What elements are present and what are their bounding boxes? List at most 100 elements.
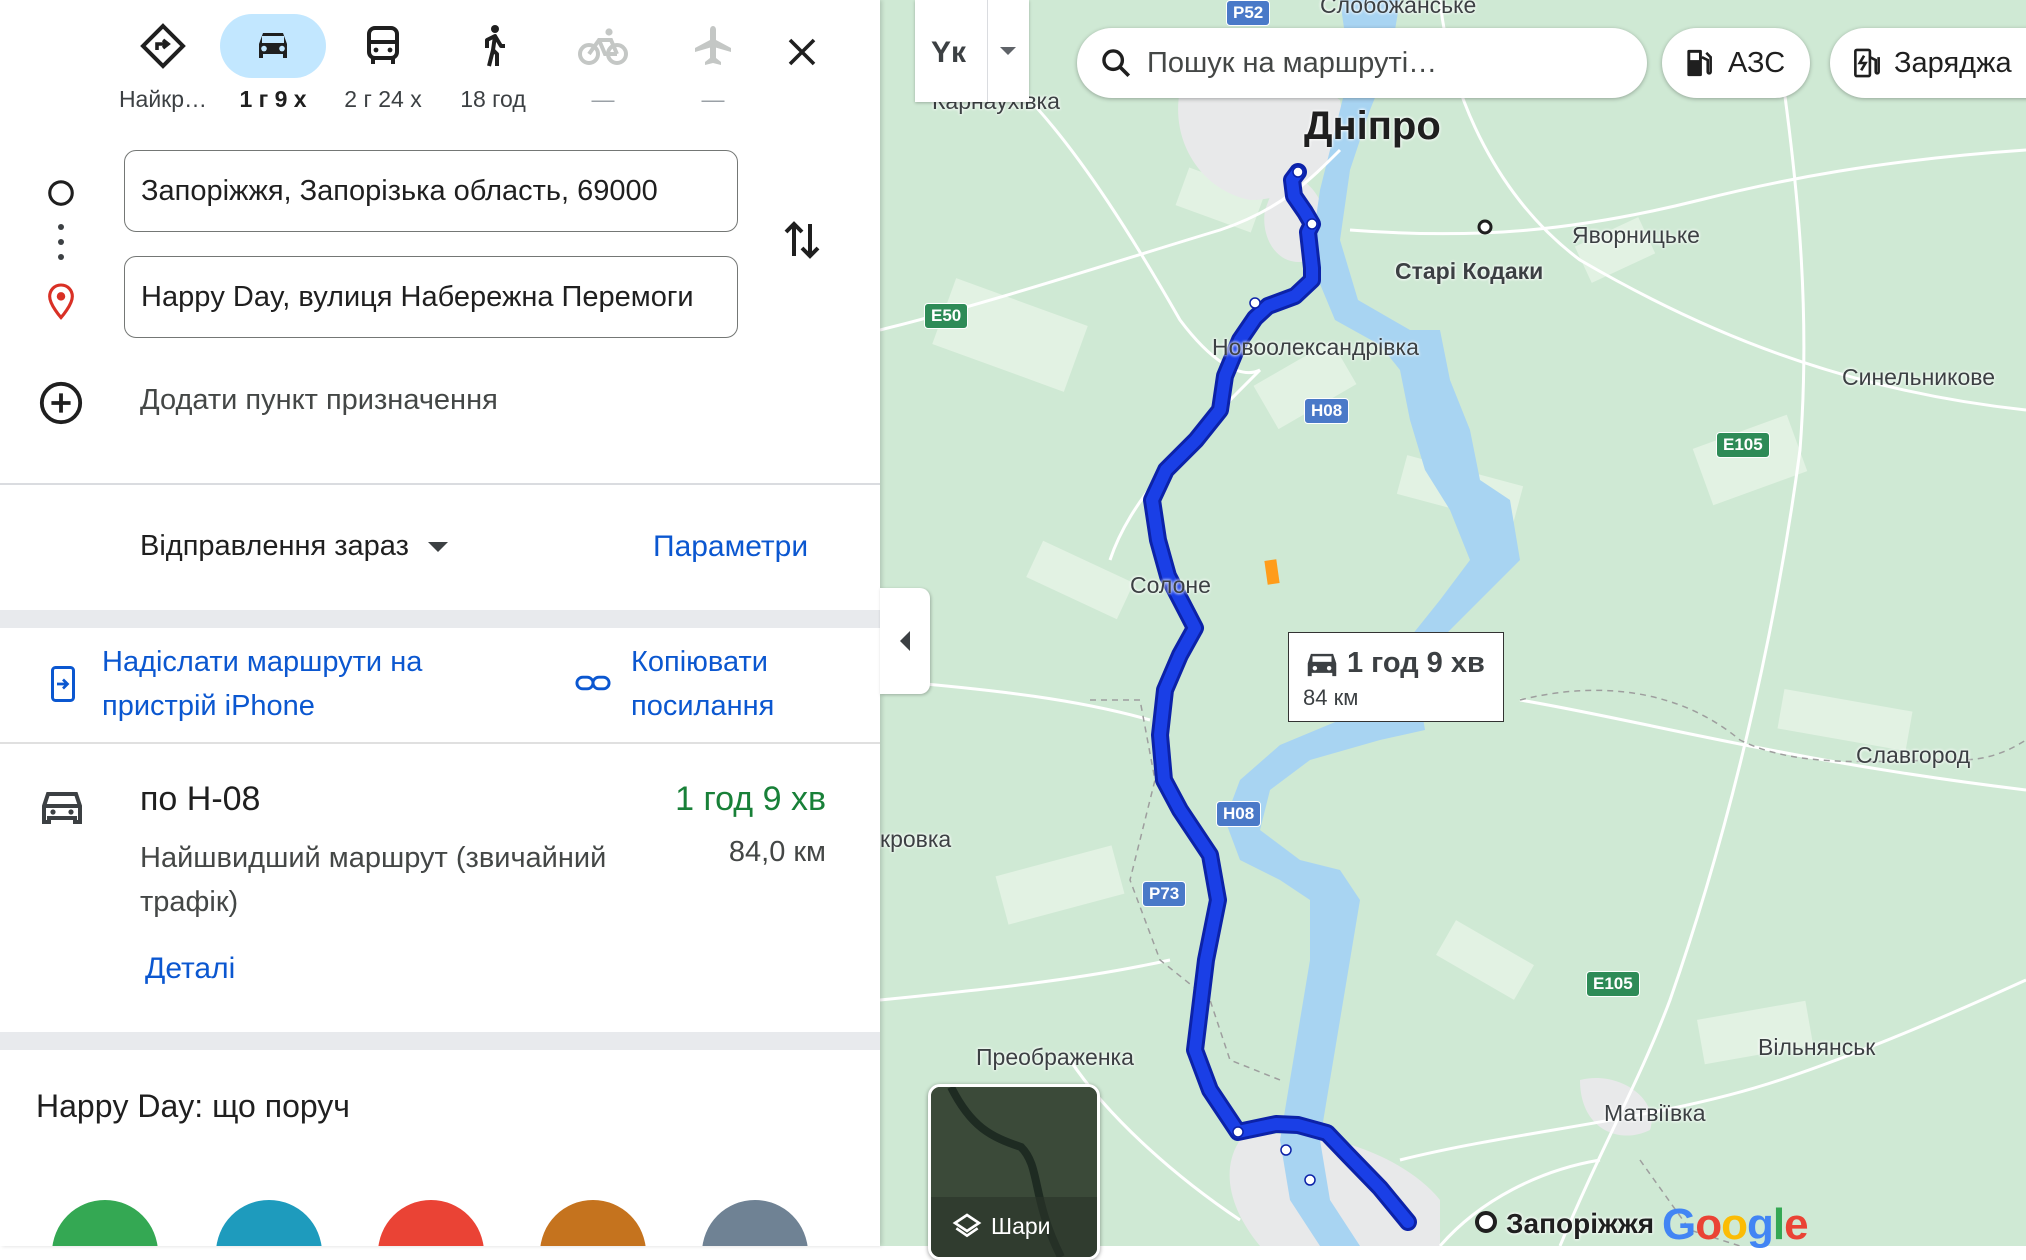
place-label: Преображенка: [976, 1044, 1134, 1070]
destination-pin-icon: [48, 283, 74, 320]
language-selector[interactable]: Yк: [915, 0, 1029, 102]
place-label: Солоне: [1130, 572, 1211, 598]
nearby-hotels-button[interactable]: [216, 1200, 322, 1246]
options-link[interactable]: Параметри: [653, 530, 808, 564]
road-shield: P73: [1142, 881, 1187, 907]
mode-transit-label: 2 г 24 х: [344, 86, 422, 112]
mode-flight-label: —: [701, 86, 725, 112]
place-label: Слобожанське: [1320, 0, 1477, 18]
nearby-title: Happy Day: що поруч: [36, 1088, 350, 1124]
gas-stations-chip[interactable]: АЗС: [1662, 28, 1810, 98]
divider: [0, 610, 880, 628]
road-shield: H08: [1304, 398, 1350, 424]
divider: [0, 742, 880, 744]
bicycle-icon: [578, 28, 628, 65]
place-label: Вільнянськ: [1758, 1034, 1876, 1060]
language-label: Yк: [931, 36, 967, 69]
mode-walk[interactable]: 18 год: [438, 14, 548, 134]
google-logo: Google: [1662, 1200, 1809, 1249]
mode-best[interactable]: Найкр…: [108, 14, 218, 134]
route-name[interactable]: по Н-08: [140, 780, 260, 819]
place-label: Новоолександрівка: [1212, 334, 1419, 360]
swap-vertical-icon: [784, 221, 820, 259]
link-icon: [575, 675, 611, 691]
close-directions-button[interactable]: [772, 22, 832, 82]
route-diamond-icon: [140, 23, 186, 69]
bus-icon: [367, 26, 399, 64]
route-duration: 1 год 9 хв: [675, 780, 826, 818]
layers-button[interactable]: Шари: [928, 1084, 1100, 1260]
car-icon: [42, 792, 82, 824]
charging-stations-chip[interactable]: Заряджа: [1830, 28, 2026, 98]
ev-charger-icon: [1854, 48, 1880, 78]
place-label: Яворницьке: [1572, 222, 1700, 248]
add-destination-icon[interactable]: [38, 380, 84, 426]
mode-bike[interactable]: —: [548, 14, 658, 134]
dropdown-arrow-icon: [427, 541, 448, 552]
search-placeholder: Пошук на маршруті…: [1147, 46, 1438, 79]
place-label: Старі Кодаки: [1395, 258, 1544, 284]
close-icon: [788, 38, 816, 66]
nearby-gas-button[interactable]: [378, 1200, 484, 1246]
route-dots-icon: [58, 224, 64, 260]
callout-distance: 84 км: [1303, 685, 1359, 710]
place-label: кровка: [880, 826, 952, 852]
mode-transit[interactable]: 2 г 24 х: [328, 14, 438, 134]
mode-best-label: Найкр…: [118, 86, 208, 112]
mode-car[interactable]: 1 г 9 х: [218, 14, 328, 134]
route-search-box[interactable]: Пошук на маршруті…: [1077, 28, 1647, 98]
divider: [0, 483, 880, 485]
mode-flight[interactable]: —: [658, 14, 768, 134]
airplane-icon: [695, 26, 731, 65]
depart-label: Відправлення зараз: [140, 530, 409, 562]
car-icon: [1307, 653, 1337, 677]
directions-panel: Найкр… 1 г 9 х 2 г 24 х 18 год — — Запор…: [0, 0, 880, 1246]
place-label: Синельникове: [1842, 364, 1996, 390]
place-label: Славгород: [1856, 742, 1971, 768]
road-shield: E105: [1586, 971, 1640, 997]
route-callout[interactable]: 1 год 9 хв 84 км: [1288, 632, 1504, 722]
copy-link-button[interactable]: Копіювати посилання: [631, 640, 774, 728]
layers-label: Шари: [991, 1213, 1051, 1239]
nearby-more-button[interactable]: [702, 1200, 808, 1246]
mode-bike-label: —: [591, 86, 615, 112]
send-line-2: пристрій iPhone: [102, 690, 315, 722]
origin-city-label: Запоріжжя: [1506, 1208, 1655, 1239]
callout-duration: 1 год 9 хв: [1347, 647, 1485, 679]
road-shield: E50: [924, 303, 969, 329]
mode-car-label: 1 г 9 х: [239, 86, 307, 112]
travel-mode-bar: Найкр… 1 г 9 х 2 г 24 х 18 год — —: [108, 14, 848, 134]
divider: [987, 0, 988, 102]
origin-input[interactable]: Запоріжжя, Запорізька область, 69000: [124, 150, 738, 232]
road-shield: Р52: [1226, 0, 1271, 26]
map-canvas[interactable]: Дніпро Слобожанське Карнаухівка Старі Ко…: [880, 0, 2026, 1246]
walking-icon: [485, 25, 505, 67]
nearby-parking-button[interactable]: [540, 1200, 646, 1246]
origin-marker: [1475, 1211, 1497, 1233]
send-to-phone-icon: [51, 666, 75, 702]
car-icon: [259, 33, 287, 58]
place-label: Матвіївка: [1604, 1100, 1706, 1126]
layers-icon: [952, 1213, 982, 1238]
route-details-button[interactable]: Деталі: [145, 952, 235, 986]
swap-waypoints-button[interactable]: [772, 210, 832, 270]
nearby-restaurants-button[interactable]: [52, 1200, 158, 1246]
gas-pump-icon: [1687, 49, 1712, 77]
destination-input[interactable]: Happy Day, вулиця Набережна Перемоги: [124, 256, 738, 338]
send-to-iphone-link[interactable]: Надіслати маршрути на пристрій iPhone: [102, 640, 422, 728]
search-icon: [1102, 49, 1131, 78]
depart-time-dropdown[interactable]: Відправлення зараз: [140, 530, 449, 563]
charging-stations-label: Заряджа: [1894, 46, 2012, 79]
road-shield: H08: [1216, 801, 1262, 827]
origin-circle-icon: [48, 180, 74, 206]
route-distance: 84,0 км: [728, 836, 826, 868]
copy-line-1: Копіювати: [631, 646, 768, 678]
chevron-left-icon: [900, 631, 910, 651]
add-destination-button[interactable]: Додати пункт призначення: [140, 384, 498, 417]
place-label: Дніпро: [1304, 104, 1441, 148]
road-shield: E105: [1716, 432, 1770, 458]
route-description: Найшвидший маршрут (звичайний трафік): [140, 842, 607, 918]
gas-stations-label: АЗС: [1728, 46, 1786, 79]
divider: [0, 1032, 880, 1050]
collapse-panel-button[interactable]: [880, 588, 930, 694]
